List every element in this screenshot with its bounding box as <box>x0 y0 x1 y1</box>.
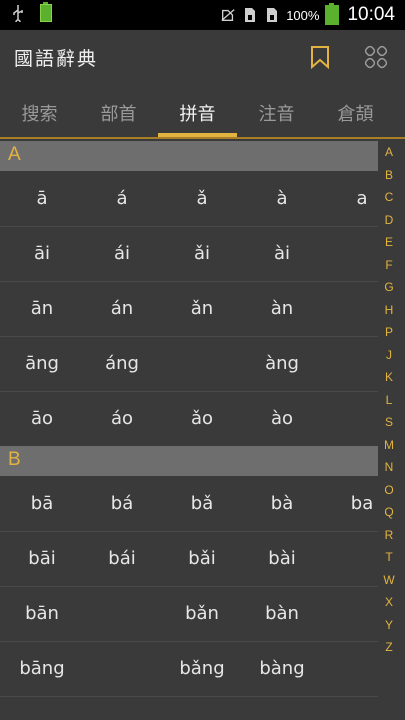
pinyin-cell[interactable]: ài <box>242 226 322 281</box>
grid-menu-button[interactable] <box>361 44 391 74</box>
list-row: ā á ǎ à a <box>0 171 378 227</box>
pinyin-cell[interactable]: án <box>82 281 162 336</box>
index-letter[interactable]: Y <box>378 618 400 632</box>
battery-full-small-icon <box>40 2 52 22</box>
sim-card-2-icon <box>264 6 280 24</box>
pinyin-cell[interactable]: ái <box>82 226 162 281</box>
pinyin-cell[interactable]: ǎ <box>162 171 242 226</box>
pinyin-cell[interactable]: ā <box>2 171 82 226</box>
battery-percent: 100% <box>286 7 320 23</box>
pinyin-cell[interactable]: ba <box>322 476 378 531</box>
pinyin-cell[interactable]: bān <box>2 586 82 641</box>
tab-bar: 搜索 部首 拼音 注音 倉頡 <box>0 88 405 138</box>
list-row: ān án ǎn àn <box>0 281 378 337</box>
index-letter[interactable]: Q <box>378 505 400 519</box>
app-bar: 國語辭典 <box>0 30 405 88</box>
battery-icon <box>325 3 340 25</box>
app-title: 國語辭典 <box>14 48 99 70</box>
index-letter[interactable]: S <box>378 415 400 429</box>
tab-pinyin[interactable]: 拼音 <box>158 88 237 138</box>
usb-icon <box>10 4 26 22</box>
index-letter[interactable]: T <box>378 550 400 564</box>
clock: 10:04 <box>347 4 395 25</box>
list-row: bān bǎn bàn <box>0 586 378 642</box>
pinyin-cell[interactable]: āi <box>2 226 82 281</box>
index-letter[interactable]: B <box>378 168 400 182</box>
section-letter: B <box>8 449 21 470</box>
index-letter[interactable]: A <box>378 145 400 159</box>
list-row: āng áng àng <box>0 336 378 392</box>
list-row: bāng bǎng bàng <box>0 641 378 697</box>
pinyin-cell[interactable]: āng <box>2 336 82 391</box>
bookmark-button[interactable] <box>305 44 335 74</box>
grid-menu-icon <box>364 45 388 73</box>
index-letter[interactable]: P <box>378 325 400 339</box>
index-letter[interactable]: L <box>378 393 400 407</box>
pinyin-cell[interactable]: ǎo <box>162 391 242 446</box>
index-letter[interactable]: X <box>378 595 400 609</box>
index-letter[interactable]: F <box>378 258 400 272</box>
pinyin-cell[interactable]: bǎn <box>162 586 242 641</box>
tab-search[interactable]: 搜索 <box>0 88 79 138</box>
index-letter[interactable]: H <box>378 303 400 317</box>
index-letter[interactable]: K <box>378 370 400 384</box>
pinyin-cell[interactable]: bàn <box>242 586 322 641</box>
pinyin-cell[interactable]: bǎ <box>162 476 242 531</box>
pinyin-cell[interactable]: bàng <box>242 641 322 696</box>
list-row: āi ái ǎi ài <box>0 226 378 282</box>
bookmark-icon <box>310 45 330 73</box>
pinyin-cell[interactable]: bá <box>82 476 162 531</box>
tab-zhuyin[interactable]: 注音 <box>237 88 316 138</box>
index-letter[interactable]: C <box>378 190 400 204</box>
index-letter[interactable]: J <box>378 348 400 362</box>
pinyin-cell[interactable]: ān <box>2 281 82 336</box>
pinyin-cell[interactable]: bà <box>242 476 322 531</box>
section-header-b: B <box>0 446 378 476</box>
tab-cangjie[interactable]: 倉頡 <box>316 88 395 138</box>
pinyin-cell[interactable]: áng <box>82 336 162 391</box>
section-header-a: A <box>0 141 378 171</box>
pinyin-cell[interactable]: à <box>242 171 322 226</box>
index-letter[interactable]: D <box>378 213 400 227</box>
index-letter[interactable]: N <box>378 460 400 474</box>
pinyin-cell[interactable]: ǎn <box>162 281 242 336</box>
index-letter[interactable]: Z <box>378 640 400 654</box>
pinyin-cell[interactable]: bā <box>2 476 82 531</box>
pinyin-cell[interactable]: bǎi <box>162 531 242 586</box>
list-row: āo áo ǎo ào <box>0 391 378 447</box>
list-row: bāi bái bǎi bài <box>0 531 378 587</box>
pinyin-cell[interactable]: àn <box>242 281 322 336</box>
pinyin-cell[interactable]: bǎng <box>162 641 242 696</box>
list-row: bā bá bǎ bà ba <box>0 476 378 532</box>
index-letter[interactable]: W <box>378 573 400 587</box>
sim-card-1-icon <box>242 6 258 24</box>
index-letter[interactable]: O <box>378 483 400 497</box>
pinyin-cell[interactable]: áo <box>82 391 162 446</box>
pinyin-cell[interactable]: bái <box>82 531 162 586</box>
no-sim-icon <box>220 6 236 24</box>
pinyin-cell[interactable]: á <box>82 171 162 226</box>
tab-radical[interactable]: 部首 <box>79 88 158 138</box>
index-letter[interactable]: G <box>378 280 400 294</box>
status-bar: 100% 10:04 <box>0 0 405 30</box>
pinyin-cell[interactable]: bāi <box>2 531 82 586</box>
index-letter[interactable]: E <box>378 235 400 249</box>
pinyin-cell[interactable]: àng <box>242 336 322 391</box>
pinyin-cell[interactable]: ào <box>242 391 322 446</box>
pinyin-cell[interactable]: a <box>322 171 378 226</box>
pinyin-cell[interactable]: bài <box>242 531 322 586</box>
index-letter[interactable]: M <box>378 438 400 452</box>
pinyin-cell[interactable]: ǎi <box>162 226 242 281</box>
index-letter[interactable]: R <box>378 528 400 542</box>
pinyin-cell[interactable]: āo <box>2 391 82 446</box>
pinyin-cell[interactable]: bāng <box>2 641 82 696</box>
section-letter: A <box>8 144 21 165</box>
pinyin-list[interactable]: A ā á ǎ à a āi ái ǎi ài ān án ǎn àn āng … <box>0 139 378 720</box>
